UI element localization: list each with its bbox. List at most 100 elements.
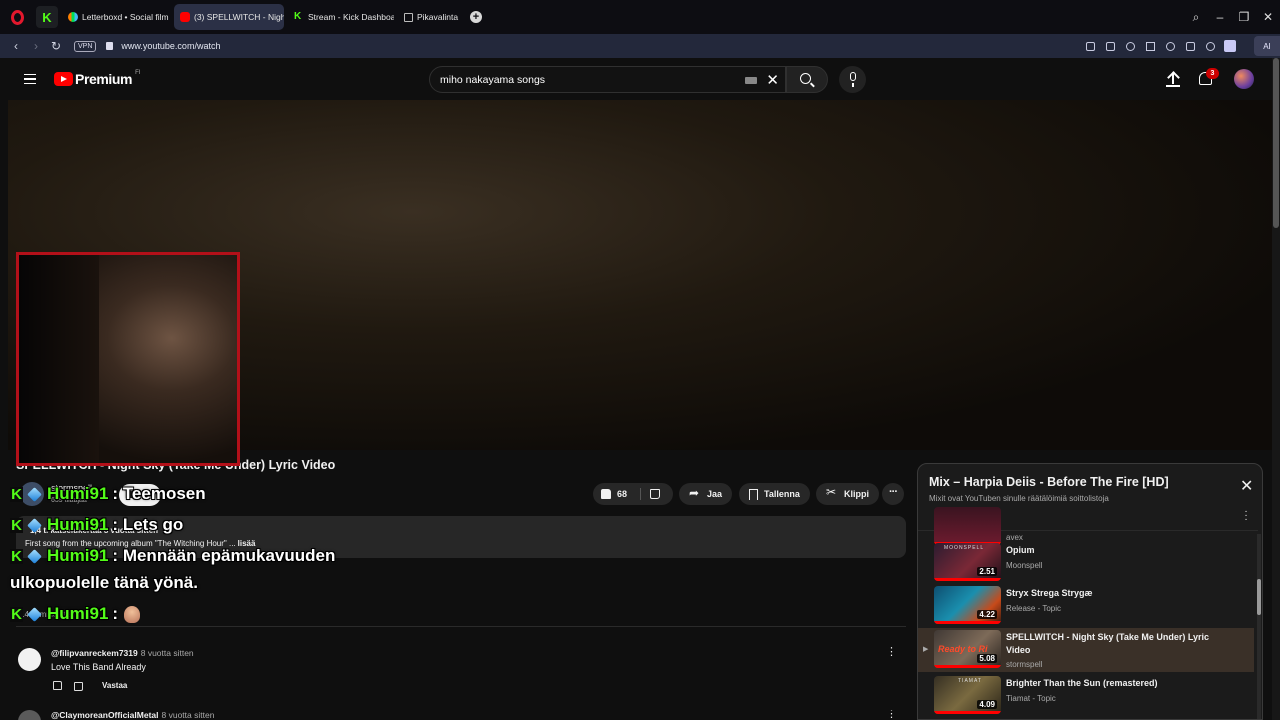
thumbs-up-icon <box>601 489 611 499</box>
video-thumbnail <box>934 507 1001 545</box>
chat-message: K Humi91: Lets go <box>10 515 184 534</box>
back-icon[interactable]: ‹ <box>6 39 26 53</box>
reload-icon[interactable]: ↻ <box>46 39 66 53</box>
player-icon[interactable] <box>1140 34 1160 58</box>
opera-menu-icon[interactable] <box>0 0 34 34</box>
video-thumbnail: MOONSPELL 2.51 <box>934 543 1001 581</box>
share-button[interactable]: Jaa <box>679 483 733 505</box>
badge-cube-icon <box>27 517 42 533</box>
vpn-badge[interactable]: VPN <box>74 40 97 52</box>
comment-avatar[interactable] <box>18 648 41 671</box>
share-icon <box>689 486 701 500</box>
kick-icon: K <box>294 11 302 22</box>
tab-kick-dashboard[interactable]: K Stream - Kick Dashboard <box>288 4 394 30</box>
duration-badge: 5.08 <box>977 654 997 663</box>
comment-like-icon[interactable] <box>53 681 62 690</box>
mix-playlist-panel: Mix – Harpia Deiis - Before The Fire [HD… <box>917 463 1263 720</box>
save-button[interactable]: Tallenna <box>739 483 810 505</box>
edit-icon[interactable] <box>1080 34 1100 58</box>
profile-icon[interactable] <box>1200 34 1220 58</box>
tab-speed-dial[interactable]: Pikavalinta <box>398 4 460 30</box>
reply-button[interactable]: Vastaa <box>102 681 127 690</box>
search-input[interactable]: miho nakayama songs ✕ <box>429 66 786 93</box>
minimize-button[interactable]: – <box>1208 10 1232 24</box>
kick-icon: K <box>10 547 23 565</box>
address-bar-tools <box>1080 34 1240 58</box>
playlist-item-current[interactable]: ▶ Ready to Ri 5.08 SPELLWITCH - Night Sk… <box>918 628 1254 672</box>
account-avatar[interactable] <box>1234 69 1254 89</box>
aria-ai-button[interactable]: AI <box>1254 36 1280 56</box>
page-scrollbar[interactable] <box>1272 58 1280 720</box>
comment-author[interactable]: @filipvanreckem7319 8 vuotta sitten <box>51 648 194 658</box>
maximize-button[interactable]: ❐ <box>1232 10 1256 24</box>
create-upload-icon[interactable] <box>1166 72 1180 88</box>
like-dislike-group: 68 <box>593 483 673 505</box>
url-field[interactable]: www.youtube.com/watch <box>121 41 220 51</box>
video-thumbnail: Ready to Ri 5.08 <box>934 630 1001 668</box>
now-playing-icon: ▶ <box>923 646 929 653</box>
notification-count-badge: 3 <box>1206 68 1219 79</box>
search-tabs-icon[interactable]: ⌕ <box>1184 10 1208 25</box>
youtube-premium-logo[interactable]: Premium FI <box>54 70 141 87</box>
playlist-scrollbar[interactable] <box>1257 534 1261 719</box>
playlist-subtitle: Mixit ovat YouTuben sinulle räätälöimiä … <box>929 494 1109 503</box>
voice-search-button[interactable] <box>839 66 866 93</box>
search-button[interactable] <box>786 66 828 93</box>
clip-button[interactable]: Klippi <box>816 483 879 505</box>
camera-icon[interactable] <box>1100 34 1120 58</box>
chat-message: K Humi91: <box>10 604 141 624</box>
new-tab-button[interactable]: + <box>470 11 482 23</box>
forward-icon[interactable]: › <box>26 39 46 53</box>
region-code: FI <box>135 70 141 76</box>
easy-setup-icon[interactable] <box>1180 34 1200 58</box>
video-thumbnail: 4.22 <box>934 586 1001 624</box>
keyboard-icon[interactable] <box>745 77 757 84</box>
youtube-masthead: Premium FI miho nakayama songs ✕ 3 <box>8 58 1272 100</box>
comment: @ClaymoreanOfficialMetal 8 vuotta sitten … <box>16 710 906 720</box>
more-actions-button[interactable]: ··· <box>882 483 904 505</box>
playlist-item[interactable]: 4.22 Stryx Strega Strygæ Release - Topic <box>918 584 1254 628</box>
duration-badge: 2.51 <box>977 567 997 576</box>
scissors-icon <box>826 485 838 500</box>
badge-cube-icon <box>27 486 42 502</box>
youtube-icon <box>180 12 190 22</box>
emote-icon <box>124 605 141 623</box>
comment-dislike-icon[interactable] <box>74 682 83 691</box>
comment-author[interactable]: @ClaymoreanOfficialMetal 8 vuotta sitten <box>51 710 214 720</box>
speed-dial-icon <box>404 12 413 22</box>
comment-avatar[interactable] <box>18 710 41 720</box>
dislike-button[interactable] <box>650 489 660 499</box>
extension-cube-icon[interactable] <box>1220 34 1240 58</box>
kick-icon: K <box>10 485 23 503</box>
webcam-overlay <box>16 252 240 466</box>
clear-search-icon[interactable]: ✕ <box>766 71 779 89</box>
youtube-play-icon <box>54 72 73 86</box>
lock-icon[interactable] <box>106 42 114 50</box>
playlist-items: avex MOONSPELL 2.51 Opium Moonspell 4.22… <box>918 507 1258 719</box>
comment-more-icon[interactable]: ⋮ <box>886 710 897 720</box>
playlist-item[interactable]: MOONSPELL 2.51 Opium Moonspell <box>918 541 1254 585</box>
playlist-title[interactable]: Mix – Harpia Deiis - Before The Fire [HD… <box>929 475 1169 489</box>
kick-pinned-tab-icon[interactable]: K <box>36 6 58 28</box>
address-bar: ‹ › ↻ VPN www.youtube.com/watch AI <box>0 34 1280 58</box>
letterboxd-icon <box>68 12 78 22</box>
menu-icon[interactable] <box>24 74 36 84</box>
browser-tab-bar: K Letterboxd • Social film d (3) SPELLWI… <box>0 0 1280 34</box>
tab-letterboxd[interactable]: Letterboxd • Social film d <box>62 4 170 30</box>
chat-message: K Humi91: Teemosen <box>10 484 206 503</box>
shield-icon[interactable] <box>1120 34 1140 58</box>
divider <box>16 626 906 627</box>
video-thumbnail: TIAMAT 4.09 <box>934 676 1001 714</box>
like-button[interactable]: 68 <box>601 488 627 500</box>
mic-icon <box>849 72 856 81</box>
playlist-item[interactable]: TIAMAT 4.09 Brighter Than the Sun (remas… <box>918 674 1254 718</box>
close-icon[interactable]: ✕ <box>1240 479 1253 495</box>
bookmark-icon <box>749 488 758 500</box>
comment-text: Love This Band Already <box>51 662 146 672</box>
comment-more-icon[interactable]: ⋮ <box>886 647 897 658</box>
chat-message-continuation: ulkopuolelle tänä yönä. <box>10 573 198 592</box>
heart-icon[interactable] <box>1160 34 1180 58</box>
badge-cube-icon <box>27 548 42 564</box>
close-window-button[interactable]: ✕ <box>1256 10 1280 24</box>
tab-youtube-spellwitch[interactable]: (3) SPELLWITCH - Night Sk <box>174 4 284 30</box>
